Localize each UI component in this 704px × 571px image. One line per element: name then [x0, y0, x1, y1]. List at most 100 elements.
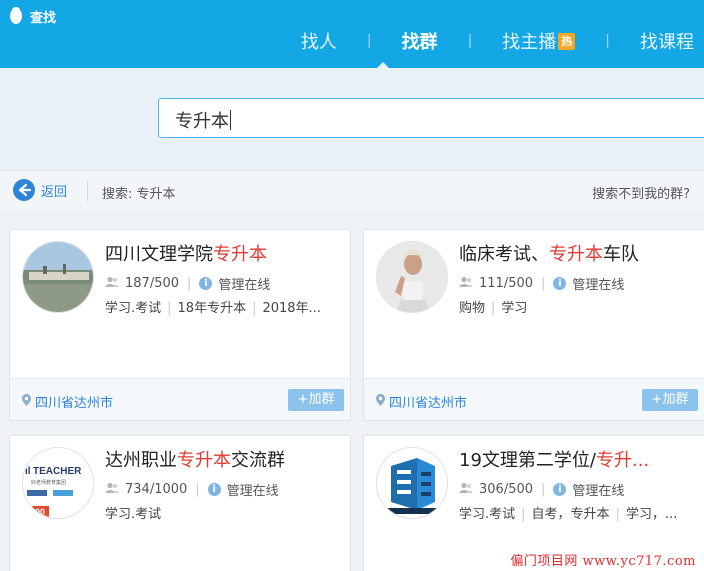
group-tags: 学习.考试 | 自考，专升本 | 学习，... [459, 503, 677, 522]
site-watermark: 偏门项目网 www.yc717.com [506, 550, 700, 569]
group-tag: 学习.考试 [459, 507, 516, 522]
group-title-keyword: 专升本 [549, 244, 603, 265]
info-icon: i [553, 277, 567, 290]
group-title-prefix: 达州职业 [105, 450, 177, 471]
text-caret [230, 110, 231, 130]
location-text: 四川省达州市 [389, 396, 468, 411]
search-input[interactable]: 专升本 [158, 98, 704, 138]
app-title: 查找 [8, 6, 56, 26]
group-location: 四川省达州市 [22, 392, 113, 411]
group-title-prefix: 临床考试、 [459, 244, 549, 265]
group-card[interactable]: 临床考试、专升本车队 111/500 | i 管理在线 购物 | 学习 四川省达州市 [363, 229, 704, 421]
group-meta: 187/500 | i 管理在线 [105, 274, 270, 293]
group-title[interactable]: 四川文理学院专升本 [105, 240, 267, 266]
tab-find-groups[interactable]: 找群 [402, 28, 438, 54]
group-avatar [22, 241, 94, 313]
search-input-value: 专升本 [175, 111, 229, 132]
tab-find-people[interactable]: 找人 [301, 28, 337, 54]
admin-status: 管理在线 [572, 278, 625, 293]
tab-find-courses[interactable]: 找课程 [640, 28, 694, 54]
group-title-keyword: 专升本 [213, 244, 267, 265]
group-meta: 111/500 | i 管理在线 [459, 274, 624, 293]
top-bar: 查找 找人 | 找群 | 找主播热 | 找课程 [0, 0, 704, 68]
info-icon: i [207, 483, 221, 496]
group-tag: 学习.考试 [105, 301, 162, 316]
search-query-label: 搜索: 专升本 [102, 187, 176, 202]
tab-divider: | [605, 33, 610, 49]
location-pin-icon [22, 393, 31, 410]
join-group-button[interactable]: +加群 [642, 389, 698, 411]
qq-penguin-icon [8, 7, 24, 25]
results-grid: 四川文理学院专升本 187/500 | i 管理在线 学习.考试 | 18年专升本 |… [0, 210, 704, 571]
group-title-prefix: 四川文理学院 [105, 244, 213, 265]
members-icon [459, 276, 473, 292]
meta-divider: | [541, 482, 546, 497]
group-tags: 购物 | 学习 [459, 297, 527, 316]
member-count: 187/500 [125, 276, 180, 291]
group-title-suffix: 车队 [603, 244, 639, 265]
cannot-find-my-group-link[interactable]: 搜索不到我的群? [592, 183, 690, 202]
member-count: 111/500 [479, 276, 534, 291]
group-title-keyword: 专升... [595, 450, 650, 471]
group-meta: 734/1000 | i 管理在线 [105, 480, 279, 499]
tag-divider: | [615, 507, 620, 522]
search-area: 专升本 [0, 68, 704, 170]
group-meta: 306/500 | i 管理在线 [459, 480, 624, 499]
avatar-count-text: 1000 [25, 507, 45, 517]
join-group-button[interactable]: +加群 [288, 389, 344, 411]
group-avatar: ıl TEACHER 好老师教育集团 1000 [22, 447, 94, 519]
tag-divider: | [252, 301, 257, 316]
results-nav-bar: 返回 搜索: 专升本 搜索不到我的群? [0, 170, 704, 210]
card-footer: 四川省达州市 +加群 [364, 378, 704, 420]
group-title[interactable]: 达州职业专升本交流群 [105, 446, 285, 472]
group-title[interactable]: 临床考试、专升本车队 [459, 240, 639, 266]
members-icon [459, 482, 473, 498]
group-tag: 自考，专升本 [531, 507, 610, 522]
search-tabs: 找人 | 找群 | 找主播热 | 找课程 [301, 28, 704, 54]
group-tag: 2018年... [262, 301, 321, 316]
svg-text:ıl: ıl [25, 466, 31, 477]
group-tags: 学习.考试 | 18年专升本 | 2018年... [105, 297, 321, 316]
avatar-sub-text: 好老师教育集团 [31, 479, 66, 486]
members-icon [105, 276, 119, 292]
card-footer: 四川省达州市 +加群 [10, 378, 350, 420]
group-tag: 学习 [501, 301, 528, 316]
meta-divider: | [187, 276, 192, 291]
admin-status: 管理在线 [226, 484, 279, 499]
info-icon: i [553, 483, 567, 496]
group-avatar [376, 447, 448, 519]
nav-divider [87, 181, 88, 201]
tab-divider: | [467, 33, 473, 49]
meta-divider: | [541, 276, 546, 291]
group-tag: 学习.考试 [105, 507, 162, 522]
info-icon: i [199, 277, 213, 290]
avatar-brand-text: TEACHER [33, 466, 82, 477]
member-count: 306/500 [479, 482, 534, 497]
back-button[interactable]: 返回 [13, 179, 67, 201]
tab-find-streamers[interactable]: 找主播热 [502, 28, 576, 54]
group-card[interactable]: 四川文理学院专升本 187/500 | i 管理在线 学习.考试 | 18年专升本 |… [9, 229, 351, 421]
group-tag: 购物 [459, 301, 486, 316]
location-text: 四川省达州市 [35, 396, 114, 411]
admin-status: 管理在线 [218, 278, 271, 293]
group-title-suffix: 交流群 [231, 450, 285, 471]
group-location: 四川省达州市 [376, 392, 467, 411]
tag-divider: | [167, 301, 172, 316]
tab-divider: | [366, 33, 372, 49]
group-card[interactable]: ıl TEACHER 好老师教育集团 1000 达州职业专升本交流群 734/1… [9, 435, 351, 571]
admin-status: 管理在线 [572, 484, 625, 499]
location-pin-icon [376, 393, 385, 410]
members-icon [105, 482, 119, 498]
group-title[interactable]: 19文理第二学位/专升... [459, 446, 649, 472]
app-title-text: 查找 [30, 10, 57, 26]
group-title-prefix: 19文理第二学位/ [459, 450, 596, 471]
group-avatar [376, 241, 448, 313]
hot-badge: 热 [558, 33, 576, 50]
group-tag: 学习，... [625, 507, 678, 522]
tag-divider: | [521, 507, 526, 522]
group-title-keyword: 专升本 [177, 450, 231, 471]
tab-find-streamers-label: 找主播 [502, 32, 557, 53]
member-count: 734/1000 [125, 482, 188, 497]
group-tag: 18年专升本 [177, 301, 247, 316]
group-tags: 学习.考试 [105, 503, 161, 522]
